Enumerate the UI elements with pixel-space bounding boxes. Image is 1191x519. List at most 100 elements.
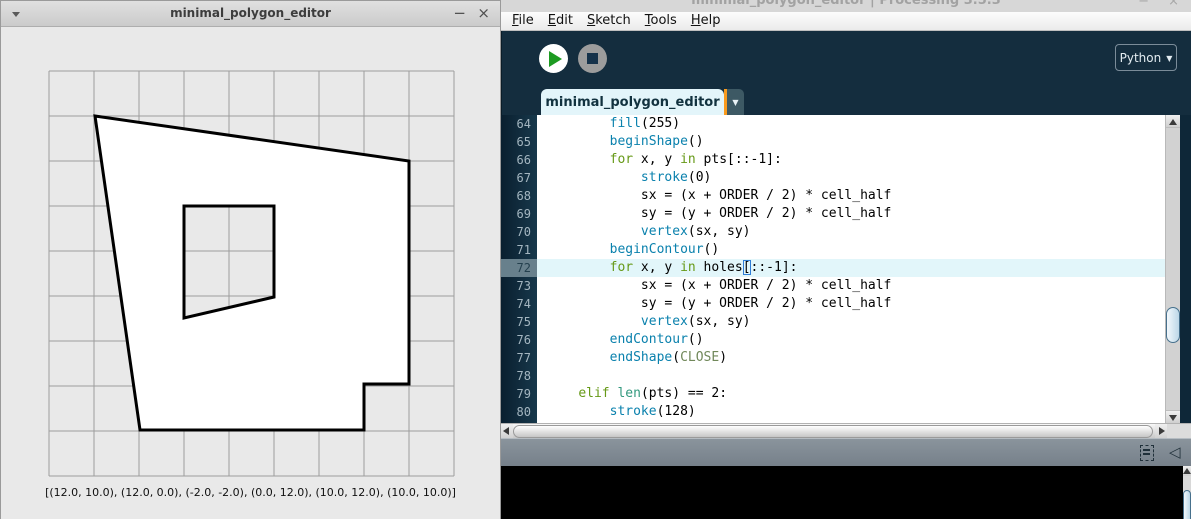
code-line-66[interactable]: 66 for x, y in pts[::-1]: [501, 151, 1165, 169]
ide-close-button[interactable]: × [1168, 0, 1179, 9]
console-scrollbar[interactable] [1183, 466, 1191, 519]
code-line-80[interactable]: 80 stroke(128) [501, 403, 1165, 421]
sketch-window-title: minimal_polygon_editor [170, 6, 331, 20]
code-text: sx = (x + ORDER / 2) * cell_half [547, 278, 892, 293]
code-line-68[interactable]: 68 sx = (x + ORDER / 2) * cell_half [501, 187, 1165, 205]
menu-tools[interactable]: Tools [638, 12, 684, 30]
sketch-window: minimal_polygon_editor − × [(12.0, 10.0)… [0, 0, 501, 519]
code-text: for x, y in holes[::-1]: [537, 259, 1165, 277]
line-number: 68 [516, 189, 531, 203]
code-line-78[interactable]: 78 [501, 367, 1165, 385]
line-number: 67 [516, 171, 531, 185]
code-lines: 64 fill(255) 65 beginShape() 66 for x, y i… [501, 115, 1165, 421]
polygon-grid-svg [48, 70, 455, 477]
line-number: 70 [516, 225, 531, 239]
stop-icon [587, 53, 598, 64]
code-text: endShape(CLOSE) [609, 350, 728, 365]
sketch-canvas[interactable]: [(12.0, 10.0), (12.0, 0.0), (-2.0, -2.0)… [1, 27, 500, 519]
line-number: 66 [516, 153, 531, 167]
ide-toolbar: Python ▼ minimal_polygon_editor ▼ [501, 31, 1191, 115]
line-number: 75 [516, 315, 531, 329]
code-text: vertex(sx, sy) [640, 314, 751, 329]
arrow-right-icon [1159, 427, 1165, 435]
code-line-79[interactable]: 79 elif len(pts) == 2: [501, 385, 1165, 403]
stop-button[interactable] [578, 44, 607, 73]
code-text: sx = (x + ORDER / 2) * cell_half [547, 188, 892, 203]
menu-help[interactable]: Help [684, 12, 728, 30]
arrow-left-icon [503, 427, 509, 435]
code-text: sy = (y + ORDER / 2) * cell_half [547, 296, 892, 311]
code-line-67[interactable]: 67 stroke(0) [501, 169, 1165, 187]
code-text: for x, y in pts[::-1]: [609, 152, 782, 167]
console-output[interactable] [501, 466, 1183, 519]
ide-window-title: minimal_polygon_editor | Processing 3.5.… [691, 0, 1001, 8]
ide-titlebar[interactable]: minimal_polygon_editor | Processing 3.5.… [501, 0, 1191, 12]
line-number: 76 [516, 333, 531, 347]
horizontal-scrollbar-thumb[interactable] [513, 425, 1153, 438]
code-text: sy = (y + ORDER / 2) * cell_half [547, 206, 892, 221]
console-scroll-up-button[interactable] [1183, 466, 1191, 476]
editor-horizontal-scrollbar[interactable] [501, 423, 1191, 439]
console-collapse-icon[interactable]: ◁ [1169, 443, 1181, 461]
polygon-shape[interactable] [93, 114, 411, 432]
code-line-76[interactable]: 76 endContour() [501, 331, 1165, 349]
mode-selector-button[interactable]: Python ▼ [1115, 44, 1177, 71]
code-line-71[interactable]: 71 beginContour() [501, 241, 1165, 259]
mode-label: Python [1119, 50, 1162, 65]
scroll-down-button[interactable] [1166, 410, 1181, 423]
code-line-72[interactable]: 72 for x, y in holes[::-1]: [501, 259, 1165, 277]
ide-minimize-button[interactable]: − [1138, 0, 1149, 9]
code-line-64[interactable]: 64 fill(255) [501, 115, 1165, 133]
scroll-left-button[interactable] [501, 424, 513, 439]
screen: minimal_polygon_editor − × [(12.0, 10.0)… [0, 0, 1191, 519]
minimize-button[interactable]: − [453, 4, 466, 22]
sketch-window-titlebar[interactable]: minimal_polygon_editor − × [1, 1, 500, 27]
code-text: beginShape() [609, 134, 704, 149]
code-text: fill(255) [609, 116, 681, 131]
arrow-down-icon [1169, 415, 1177, 421]
code-line-73[interactable]: 73 sx = (x + ORDER / 2) * cell_half [501, 277, 1165, 295]
polygon-coordinates-text: [(12.0, 10.0), (12.0, 0.0), (-2.0, -2.0)… [45, 486, 456, 499]
line-number: 73 [516, 279, 531, 293]
code-line-65[interactable]: 65 beginShape() [501, 133, 1165, 151]
scrollbar-corner [1167, 424, 1191, 439]
code-line-69[interactable]: 69 sy = (y + ORDER / 2) * cell_half [501, 205, 1165, 223]
code-text: beginContour() [609, 242, 720, 257]
scroll-right-button[interactable] [1155, 424, 1167, 439]
vertical-scrollbar-thumb[interactable] [1166, 307, 1180, 343]
line-number: 74 [516, 297, 531, 311]
code-editor[interactable]: 64 fill(255) 65 beginShape() 66 for x, y i… [501, 115, 1191, 423]
line-number: 64 [516, 117, 531, 131]
line-number: 65 [516, 135, 531, 149]
editor-vertical-scrollbar[interactable] [1165, 115, 1181, 423]
line-number: 78 [516, 369, 531, 383]
menu-file[interactable]: File [505, 12, 541, 30]
code-text: elif len(pts) == 2: [578, 386, 728, 401]
line-number: 80 [516, 405, 531, 419]
console-export-icon[interactable] [1140, 445, 1154, 461]
editor-right-edge [1180, 115, 1191, 423]
arrow-up-icon [1183, 468, 1191, 474]
play-icon [549, 51, 562, 67]
code-text: endContour() [609, 332, 704, 347]
line-number: 72 [501, 259, 537, 277]
code-text: stroke(128) [609, 404, 696, 419]
tab-menu-button[interactable]: ▼ [727, 89, 744, 115]
line-number: 77 [516, 351, 531, 365]
code-line-75[interactable]: 75 vertex(sx, sy) [501, 313, 1165, 331]
scroll-up-button[interactable] [1166, 115, 1181, 128]
code-text: stroke(0) [640, 170, 712, 185]
line-number: 69 [516, 207, 531, 221]
code-line-77[interactable]: 77 endShape(CLOSE) [501, 349, 1165, 367]
code-line-74[interactable]: 74 sy = (y + ORDER / 2) * cell_half [501, 295, 1165, 313]
code-line-70[interactable]: 70 vertex(sx, sy) [501, 223, 1165, 241]
run-button[interactable] [539, 44, 568, 73]
line-number: 71 [516, 243, 531, 257]
menu-sketch[interactable]: Sketch [580, 12, 638, 30]
menu-edit[interactable]: Edit [541, 12, 580, 30]
console-scrollbar-thumb[interactable] [1183, 490, 1191, 519]
tab-minimal-polygon-editor[interactable]: minimal_polygon_editor [541, 89, 724, 115]
close-button[interactable]: × [477, 4, 490, 22]
code-text: vertex(sx, sy) [640, 224, 751, 239]
